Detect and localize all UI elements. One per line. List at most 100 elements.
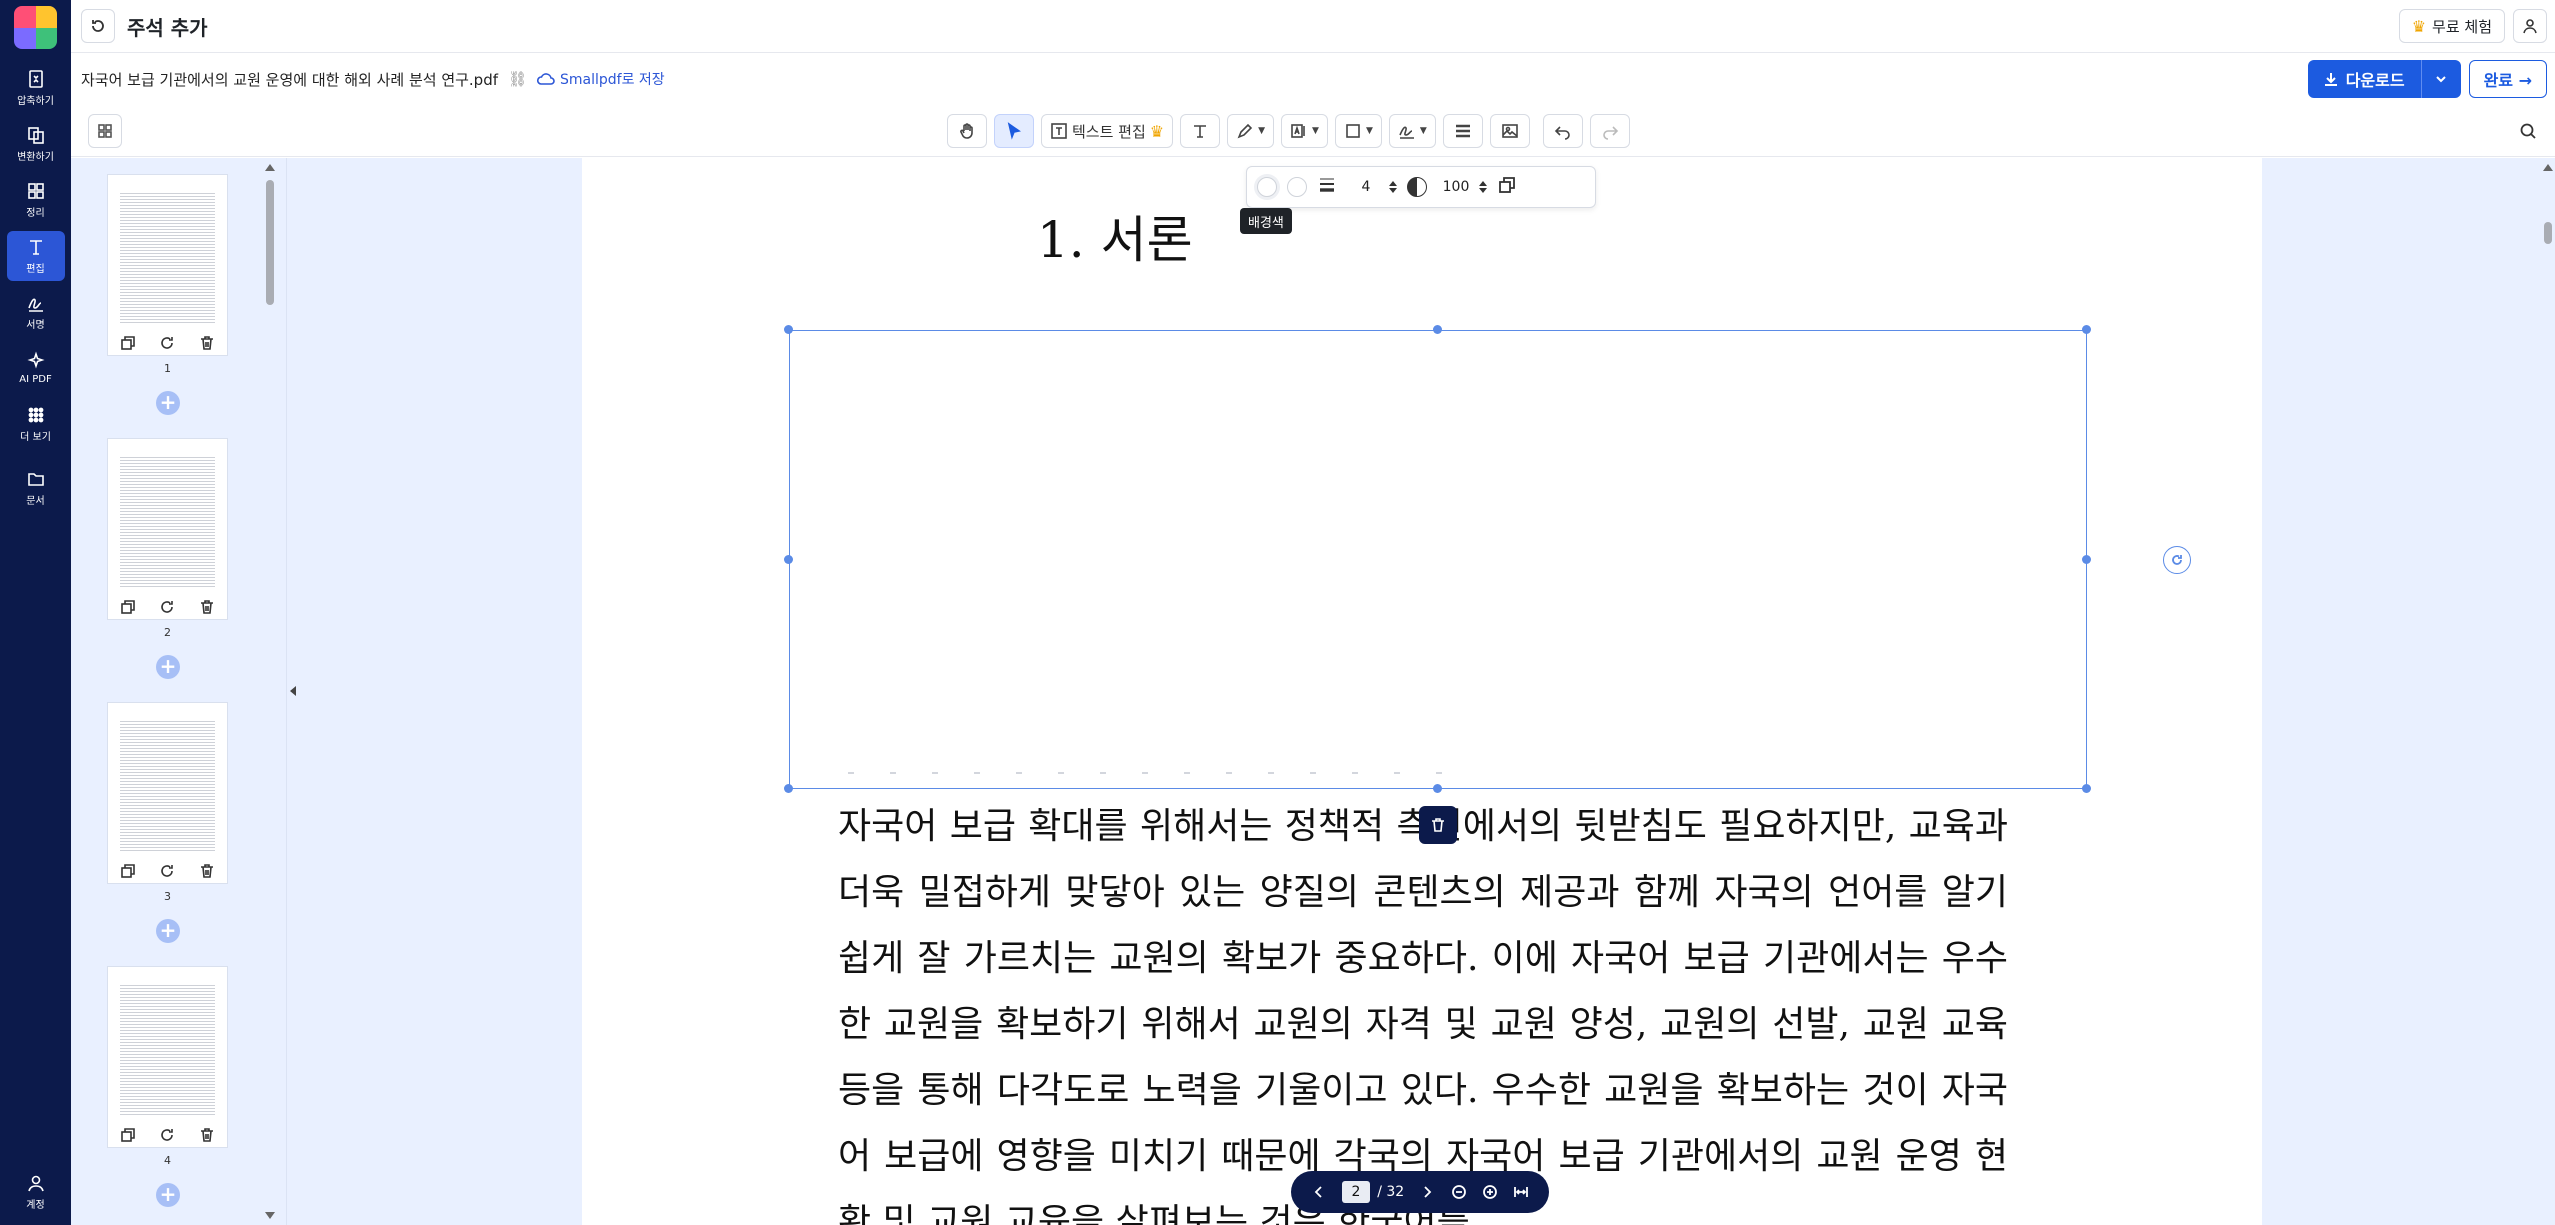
current-page-input[interactable]: 2 — [1341, 1181, 1370, 1203]
done-button[interactable]: 완료 → — [2468, 60, 2547, 98]
add-page-button[interactable]: + — [156, 919, 180, 943]
chevron-left-icon[interactable] — [1311, 1184, 1327, 1200]
page-thumbnail[interactable] — [108, 175, 227, 355]
zoom-out-icon[interactable] — [1451, 1184, 1467, 1200]
thumbnail-scrollbar[interactable] — [263, 158, 277, 1225]
rotate-icon[interactable] — [159, 335, 175, 351]
user-menu-button[interactable] — [2513, 9, 2547, 43]
ai-icon — [26, 351, 45, 369]
search-button[interactable] — [2511, 114, 2545, 148]
resize-handle-top-right[interactable] — [2082, 325, 2091, 334]
select-tool[interactable] — [994, 114, 1034, 148]
add-text-tool[interactable] — [1180, 114, 1221, 148]
stroke-width-value[interactable]: 4 — [1347, 179, 1385, 195]
back-button[interactable] — [81, 9, 115, 43]
resize-handle-top[interactable] — [1433, 325, 1442, 334]
signature-caret-icon: ▼ — [1419, 126, 1427, 136]
nav-account[interactable]: 계정 — [7, 1167, 65, 1217]
stroke-width-stepper[interactable] — [1389, 181, 1397, 193]
duplicate-icon[interactable] — [120, 335, 136, 351]
nav-more[interactable]: 더 보기 — [7, 399, 65, 449]
nav-convert[interactable]: 변환하기 — [7, 119, 65, 169]
chevron-right-icon[interactable] — [1419, 1184, 1435, 1200]
nav-more-label: 더 보기 — [20, 432, 51, 443]
redo-button[interactable] — [1589, 114, 1630, 148]
opacity-value[interactable]: 100 — [1437, 179, 1475, 195]
file-name[interactable]: 자국어 보급 기관에서의 교원 운영에 대한 해외 사례 분석 연구.pdf — [81, 69, 498, 90]
unlink-icon[interactable]: ⛓ — [508, 70, 527, 88]
free-trial-button[interactable]: ♛ 무료 체험 — [2398, 9, 2505, 43]
toggle-thumbnails-button[interactable] — [88, 114, 122, 148]
thumbnail-scroll-thumb[interactable] — [266, 180, 274, 305]
zoom-in-icon[interactable] — [1482, 1184, 1498, 1200]
stroke-width-field[interactable]: 4 — [1347, 179, 1397, 195]
nav-documents-label: 문서 — [26, 496, 45, 507]
resize-handle-right[interactable] — [2082, 555, 2091, 564]
download-icon — [2324, 73, 2337, 86]
save-to-smallpdf-link[interactable]: Smallpdf로 저장 — [536, 69, 665, 89]
add-page-button[interactable]: + — [156, 655, 180, 679]
page-thumbnail[interactable] — [108, 703, 227, 883]
trash-icon[interactable] — [199, 1127, 215, 1143]
search-icon — [2520, 123, 2536, 139]
add-page-button[interactable]: + — [156, 391, 180, 415]
nav-compress[interactable]: 압축하기 — [7, 63, 65, 113]
nav-sign[interactable]: 서명 — [7, 287, 65, 337]
opacity-field[interactable]: 100 — [1437, 179, 1487, 195]
shape-tool[interactable]: ▼ — [1334, 114, 1382, 148]
stroke-color-swatch[interactable] — [1287, 177, 1307, 197]
selected-shape-annotation[interactable] — [789, 330, 2087, 789]
trash-icon[interactable] — [199, 599, 215, 615]
draw-tool[interactable]: ▼ — [1227, 114, 1275, 148]
resize-handle-left[interactable] — [784, 555, 793, 564]
trash-icon[interactable] — [199, 863, 215, 879]
undo-button[interactable] — [1542, 114, 1583, 148]
signature-tool[interactable]: ▼ — [1388, 114, 1436, 148]
delete-annotation-button[interactable] — [1419, 806, 1457, 844]
thumbnail-number: 4 — [164, 1154, 171, 1167]
nav-documents[interactable]: 문서 — [7, 463, 65, 513]
duplicate-annotation-button[interactable] — [1497, 175, 1517, 199]
thumbnail-controls — [108, 335, 227, 351]
rotate-icon[interactable] — [159, 863, 175, 879]
collapse-sidebar-handle[interactable] — [286, 158, 300, 1225]
canvas-scroll-thumb[interactable] — [2544, 222, 2552, 244]
fit-width-icon[interactable] — [1513, 1184, 1529, 1200]
scroll-up-arrow[interactable] — [265, 164, 275, 171]
nav-organize[interactable]: 정리 — [7, 175, 65, 225]
image-tool[interactable] — [1489, 114, 1530, 148]
duplicate-icon[interactable] — [120, 863, 136, 879]
redact-tool[interactable] — [1442, 114, 1483, 148]
duplicate-icon[interactable] — [120, 599, 136, 615]
download-options-button[interactable] — [2420, 60, 2461, 98]
convert-icon — [27, 127, 44, 144]
account-icon — [27, 1175, 44, 1192]
duplicate-icon[interactable] — [120, 1127, 136, 1143]
canvas-scrollbar[interactable] — [2541, 158, 2555, 1225]
add-page-button[interactable]: + — [156, 1183, 180, 1207]
opacity-stepper[interactable] — [1479, 181, 1487, 193]
app-logo[interactable] — [14, 6, 57, 49]
pen-icon — [1237, 123, 1253, 139]
shape-caret-icon: ▼ — [1365, 126, 1373, 136]
resize-handle-bottom[interactable] — [1433, 784, 1442, 793]
edit-text-tool[interactable]: 텍스트 편집 ♛ — [1041, 114, 1174, 148]
nav-edit[interactable]: 편집 — [6, 231, 65, 281]
scroll-up-arrow[interactable] — [2543, 164, 2553, 171]
rotate-icon[interactable] — [159, 1127, 175, 1143]
page-thumbnail[interactable] — [108, 439, 227, 619]
rotate-annotation-button[interactable] — [2163, 546, 2191, 574]
trash-icon[interactable] — [199, 335, 215, 351]
resize-handle-bottom-left[interactable] — [784, 784, 793, 793]
nav-edit-label: 편집 — [26, 264, 45, 275]
fill-color-swatch[interactable] — [1257, 177, 1277, 197]
nav-ai-pdf[interactable]: AI PDF — [7, 343, 65, 393]
hand-tool[interactable] — [947, 114, 987, 148]
scroll-down-arrow[interactable] — [265, 1212, 275, 1219]
resize-handle-top-left[interactable] — [784, 325, 793, 334]
page-thumbnail[interactable] — [108, 967, 227, 1147]
download-button[interactable]: 다운로드 — [2307, 60, 2421, 98]
rotate-icon[interactable] — [159, 599, 175, 615]
resize-handle-bottom-right[interactable] — [2082, 784, 2091, 793]
highlight-tool[interactable]: ▼ — [1281, 114, 1328, 148]
